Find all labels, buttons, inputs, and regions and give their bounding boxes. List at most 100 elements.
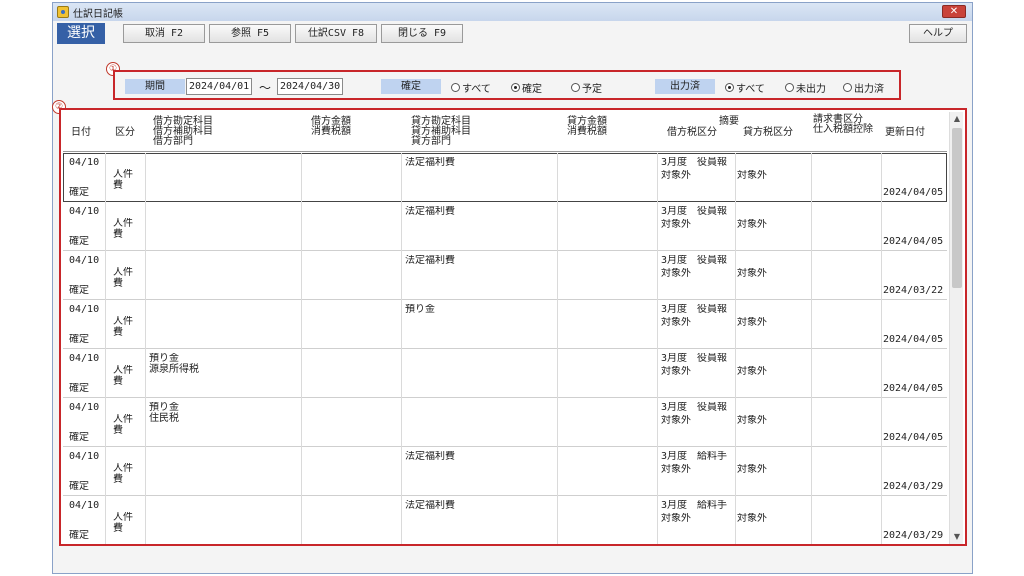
column-divider bbox=[881, 349, 882, 398]
column-divider bbox=[811, 251, 812, 300]
header-debit-account: 借方勘定科目 借方補助科目 借方部門 bbox=[153, 116, 213, 147]
date-to-input[interactable]: 2024/04/30 bbox=[277, 78, 343, 95]
column-divider bbox=[557, 447, 558, 496]
cell-credit-tax: 対象外 bbox=[737, 317, 767, 328]
output-label: 出力済 bbox=[655, 79, 715, 94]
table-row[interactable]: 04/10 確定 人件 費預り金 住民税 3月度 役員報 対象外 対象外 2024/04/0… bbox=[63, 398, 947, 447]
cell-debit-account: 預り金 源泉所得税 bbox=[149, 353, 199, 375]
cell-status: 確定 bbox=[69, 481, 89, 492]
filter-panel: 期間 2024/04/01 ～ 2024/04/30 確定 すべて 確定 予定 … bbox=[113, 70, 901, 100]
output-radio-not-output[interactable]: 未出力 bbox=[785, 80, 826, 95]
cell-date: 04/10 bbox=[69, 157, 100, 168]
confirm-radio-confirmed[interactable]: 確定 bbox=[511, 80, 542, 95]
column-divider bbox=[145, 398, 146, 447]
confirm-radio-planned[interactable]: 予定 bbox=[571, 80, 602, 95]
cell-status: 確定 bbox=[69, 530, 89, 541]
cell-summary: 3月度 役員報 bbox=[661, 255, 728, 266]
cell-date: 04/10 bbox=[69, 206, 100, 217]
scrollbar-thumb[interactable] bbox=[952, 128, 962, 288]
cell-debit-tax: 対象外 bbox=[661, 219, 691, 230]
column-divider bbox=[811, 447, 812, 496]
cell-summary: 3月度 役員報 bbox=[661, 353, 728, 364]
cell-kubun: 人件 費 bbox=[113, 218, 133, 240]
radio-selected-icon bbox=[511, 83, 520, 92]
app-icon bbox=[57, 6, 69, 18]
cell-kubun: 人件 費 bbox=[113, 414, 133, 436]
column-divider bbox=[557, 398, 558, 447]
column-divider bbox=[301, 153, 302, 202]
column-divider bbox=[145, 202, 146, 251]
column-divider bbox=[881, 398, 882, 447]
period-label: 期間 bbox=[125, 79, 185, 94]
scroll-up-icon[interactable]: ▲ bbox=[950, 112, 964, 126]
column-divider bbox=[811, 349, 812, 398]
column-divider bbox=[811, 300, 812, 349]
date-from-input[interactable]: 2024/04/01 bbox=[186, 78, 252, 95]
header-credit-tax: 貸方税区分 bbox=[743, 127, 793, 138]
column-divider bbox=[557, 153, 558, 202]
column-divider bbox=[145, 447, 146, 496]
cell-credit-tax: 対象外 bbox=[737, 415, 767, 426]
column-divider bbox=[301, 447, 302, 496]
cell-debit-tax: 対象外 bbox=[661, 464, 691, 475]
column-divider bbox=[557, 496, 558, 544]
cell-updated: 2024/03/29 bbox=[883, 481, 944, 492]
header-summary: 摘要 bbox=[719, 116, 739, 127]
cell-updated: 2024/04/05 bbox=[883, 187, 944, 198]
cell-summary: 3月度 役員報 bbox=[661, 402, 728, 413]
cancel-button[interactable]: 取消 F2 bbox=[123, 24, 205, 43]
grid-header: 日付 区分 借方勘定科目 借方補助科目 借方部門 借方金額 消費税額 貸方勘定科… bbox=[63, 112, 947, 152]
close-button[interactable]: ✕ bbox=[942, 5, 966, 18]
column-divider bbox=[301, 300, 302, 349]
column-divider bbox=[401, 153, 402, 202]
table-row[interactable]: 04/10 確定 人件 費 預り金 3月度 役員報 対象外 対象外 2024/04/05 bbox=[63, 300, 947, 349]
column-divider bbox=[881, 300, 882, 349]
reference-button[interactable]: 参照 F5 bbox=[209, 24, 291, 43]
column-divider bbox=[105, 202, 106, 251]
cell-credit-account: 預り金 bbox=[405, 304, 435, 315]
table-row[interactable]: 04/10 確定 人件 費 法定福利費 3月度 役員報 対象外 対象外 2024/03/22 bbox=[63, 251, 947, 300]
toolbar: 選択 取消 F2 参照 F5 仕訳CSV F8 閉じる F9 ヘルプ bbox=[53, 23, 972, 45]
column-divider bbox=[735, 349, 736, 398]
cell-status: 確定 bbox=[69, 236, 89, 247]
cell-updated: 2024/03/22 bbox=[883, 285, 944, 296]
journal-csv-button[interactable]: 仕訳CSV F8 bbox=[295, 24, 377, 43]
output-radio-output-done[interactable]: 出力済 bbox=[843, 80, 884, 95]
cell-credit-tax: 対象外 bbox=[737, 366, 767, 377]
column-divider bbox=[811, 202, 812, 251]
scroll-down-icon[interactable]: ▼ bbox=[950, 530, 964, 544]
cell-credit-account: 法定福利費 bbox=[405, 206, 455, 217]
confirm-radio-all[interactable]: すべて bbox=[451, 80, 491, 95]
cell-credit-tax: 対象外 bbox=[737, 170, 767, 181]
cell-debit-tax: 対象外 bbox=[661, 366, 691, 377]
cell-kubun: 人件 費 bbox=[113, 365, 133, 387]
column-divider bbox=[145, 300, 146, 349]
table-row[interactable]: 04/10 確定 人件 費 法定福利費 3月度 給料手 対象外 対象外 2024/03/29 bbox=[63, 496, 947, 544]
cell-kubun: 人件 費 bbox=[113, 316, 133, 338]
table-row[interactable]: 04/10 確定 人件 費 法定福利費 3月度 給料手 対象外 対象外 2024/03/29 bbox=[63, 447, 947, 496]
column-divider bbox=[105, 496, 106, 544]
close-f9-button[interactable]: 閉じる F9 bbox=[381, 24, 463, 43]
cell-debit-account: 預り金 住民税 bbox=[149, 402, 179, 424]
cell-debit-tax: 対象外 bbox=[661, 268, 691, 279]
column-divider bbox=[557, 202, 558, 251]
vertical-scrollbar[interactable]: ▲ ▼ bbox=[949, 112, 963, 544]
cell-date: 04/10 bbox=[69, 353, 100, 364]
table-row[interactable]: 04/10 確定 人件 費 法定福利費 3月度 役員報 対象外 対象外 2024/04/05 bbox=[63, 202, 947, 251]
help-button[interactable]: ヘルプ bbox=[909, 24, 967, 43]
column-divider bbox=[105, 153, 106, 202]
title-bar: 仕訳日記帳 ✕ bbox=[53, 3, 972, 21]
cell-kubun: 人件 費 bbox=[113, 512, 133, 534]
output-radio-all[interactable]: すべて bbox=[725, 80, 765, 95]
cell-updated: 2024/04/05 bbox=[883, 432, 944, 443]
table-row[interactable]: 04/10 確定 人件 費預り金 源泉所得税 3月度 役員報 対象外 対象外 2024/04… bbox=[63, 349, 947, 398]
cell-credit-account: 法定福利費 bbox=[405, 157, 455, 168]
column-divider bbox=[401, 202, 402, 251]
column-divider bbox=[657, 398, 658, 447]
header-updated: 更新日付 bbox=[885, 127, 925, 138]
table-row[interactable]: 04/10 確定 人件 費 法定福利費 3月度 役員報 対象外 対象外 2024/04/05 bbox=[63, 153, 947, 202]
column-divider bbox=[657, 496, 658, 544]
cell-date: 04/10 bbox=[69, 451, 100, 462]
cell-credit-account: 法定福利費 bbox=[405, 500, 455, 511]
column-divider bbox=[401, 349, 402, 398]
